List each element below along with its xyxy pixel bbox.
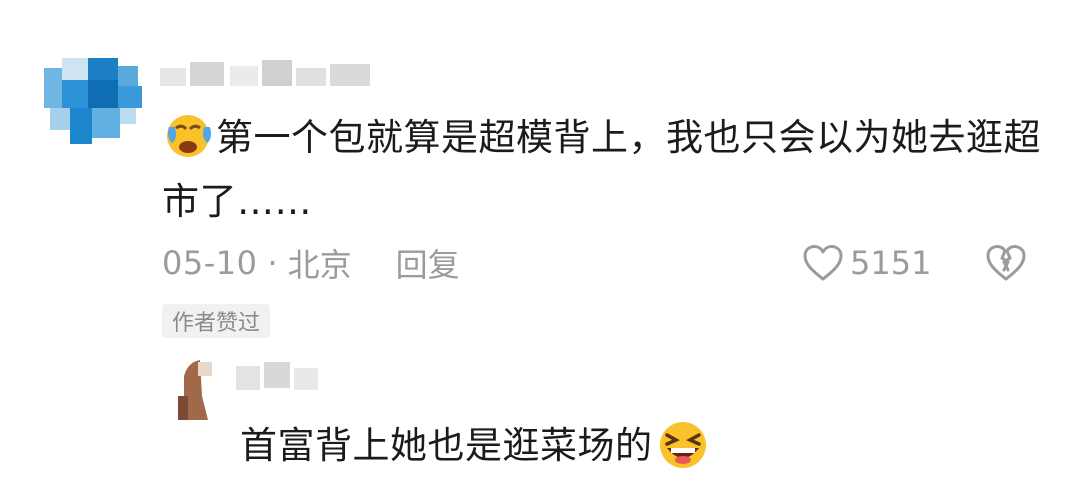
reply-username-blurred xyxy=(236,362,318,390)
comment-text: 第一个包就算是超模背上，我也只会以为她去逛超市了…… xyxy=(162,106,1042,234)
broken-heart-icon[interactable] xyxy=(984,243,1028,283)
crying-face-emoji xyxy=(167,115,211,157)
reply-text: 首富背上她也是逛菜场的 xyxy=(240,418,713,474)
heart-icon xyxy=(803,245,843,281)
author-liked-badge: 作者赞过 xyxy=(162,304,271,338)
commenter-username-blurred xyxy=(160,60,370,86)
laughing-face-emoji xyxy=(659,422,706,468)
like-count: 5151 xyxy=(850,244,932,282)
meta-separator: · xyxy=(267,244,278,282)
reply-avatar[interactable] xyxy=(178,356,218,420)
reply-body: 首富背上她也是逛菜场的 xyxy=(240,424,653,467)
comment-body: 第一个包就算是超模背上，我也只会以为她去逛超市了…… xyxy=(162,116,1041,223)
like-button[interactable]: 5151 xyxy=(802,240,931,286)
comment-location: 北京 xyxy=(287,246,352,284)
commenter-avatar[interactable] xyxy=(44,58,142,144)
comment-date: 05-10 xyxy=(162,244,258,282)
comment-meta: 05-10 · 北京 回复 xyxy=(162,240,460,286)
reply-button[interactable]: 回复 xyxy=(396,240,460,286)
comment-thread: 第一个包就算是超模背上，我也只会以为她去逛超市了…… 05-10 · 北京 回复… xyxy=(0,0,1080,486)
